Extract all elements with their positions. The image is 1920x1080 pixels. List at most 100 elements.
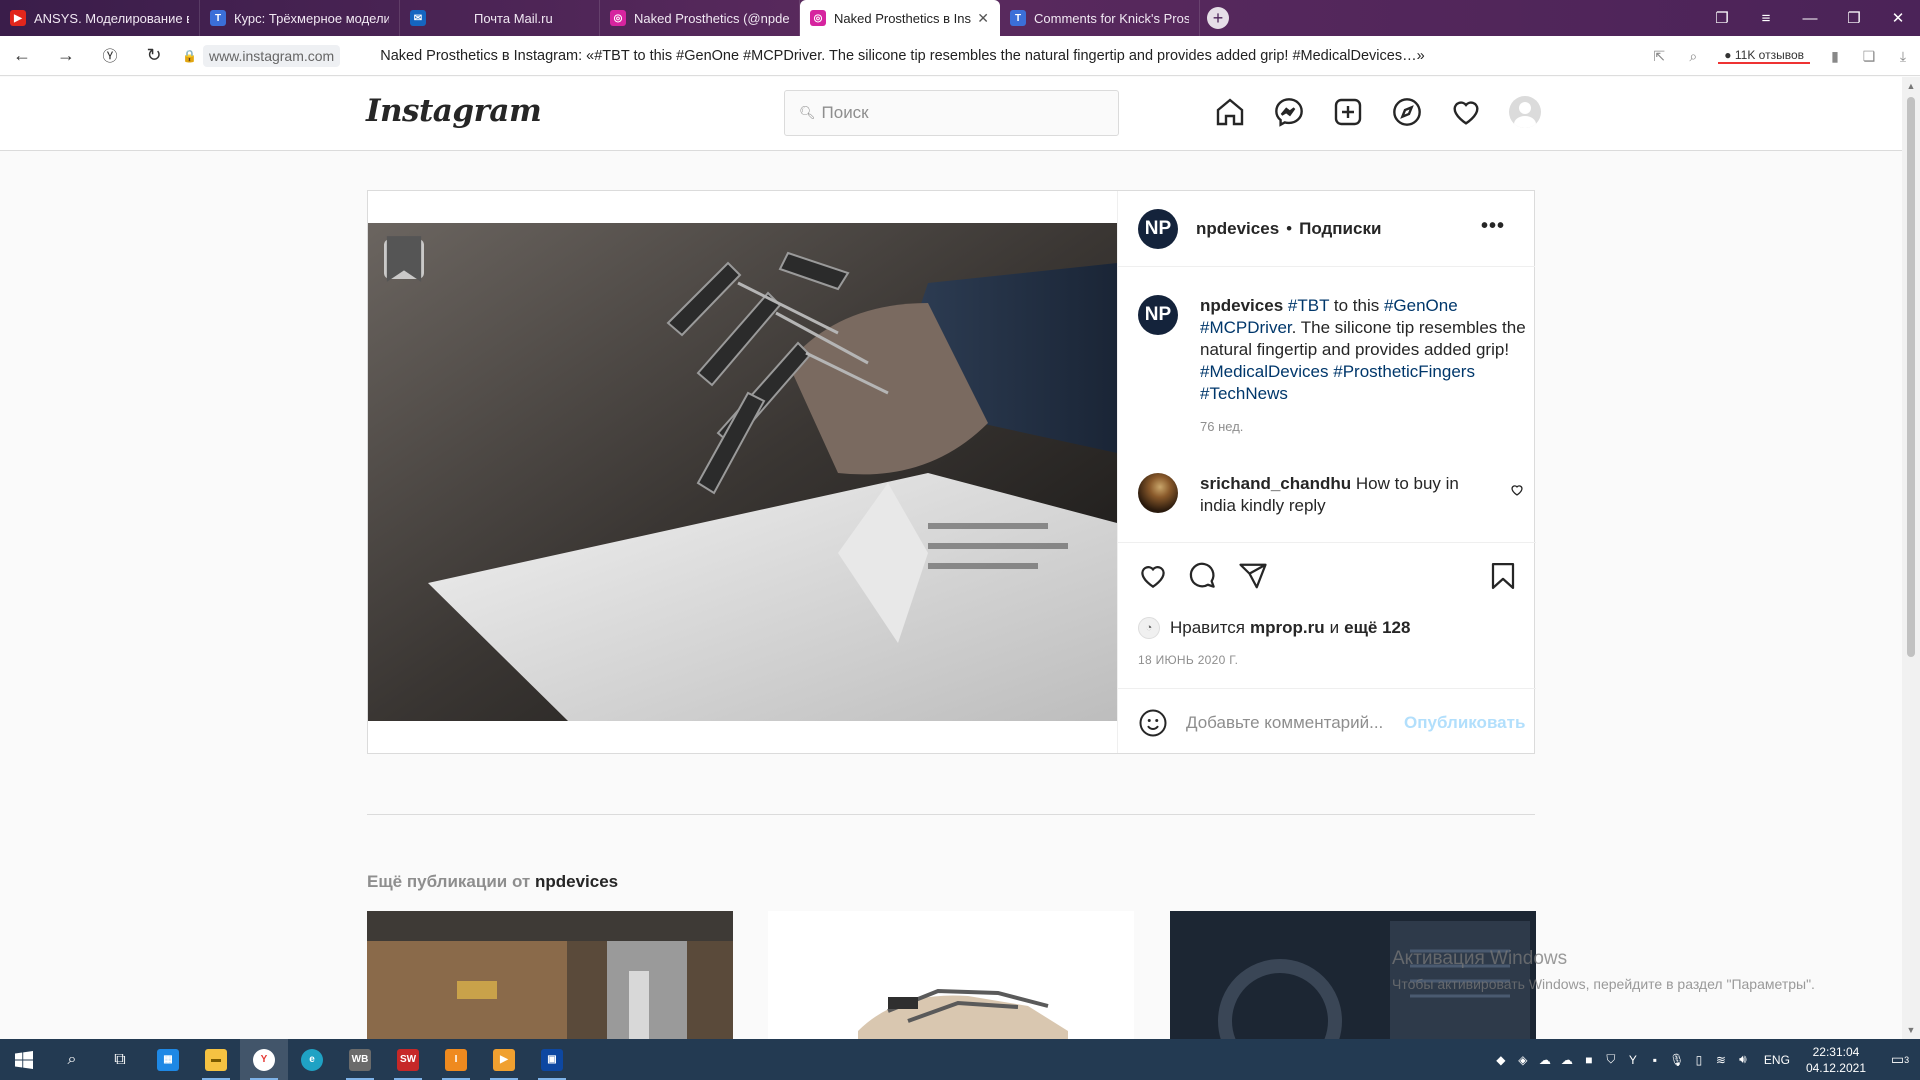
share-icon[interactable]: ⇱	[1642, 36, 1676, 76]
tray-app-icon[interactable]: ◈	[1512, 1039, 1534, 1080]
yandex-browser-icon[interactable]: Y	[240, 1039, 288, 1080]
likes-count[interactable]: ещё 128	[1344, 618, 1410, 638]
comment-input[interactable]	[1186, 713, 1396, 733]
shield-icon[interactable]: ⛉	[1600, 1039, 1622, 1080]
tray-red-icon[interactable]: ■	[1578, 1039, 1600, 1080]
comment-username[interactable]: srichand_chandhu	[1200, 474, 1351, 493]
share-post-icon[interactable]	[1238, 561, 1268, 591]
caption-username[interactable]: npdevices	[1200, 296, 1283, 315]
more-post-thumbnail[interactable]	[367, 911, 733, 1041]
media-player-icon[interactable]: ▶	[480, 1039, 528, 1080]
home-icon[interactable]	[1213, 95, 1247, 129]
post-photo[interactable]	[368, 223, 1117, 721]
clock[interactable]: 22:31:04 04.12.2021	[1806, 1044, 1866, 1076]
hashtag-link[interactable]: #TBT	[1288, 296, 1329, 315]
scrollbar-thumb[interactable]	[1907, 97, 1915, 657]
publish-button[interactable]: Опубликовать	[1404, 713, 1525, 733]
url-field[interactable]: 🔒 www.instagram.com Naked Prosthetics в …	[182, 36, 1520, 76]
activity-heart-icon[interactable]	[1449, 95, 1483, 129]
search-input[interactable]	[821, 103, 1102, 123]
search-box[interactable]: 🔍︎	[784, 90, 1119, 136]
cloud-icon[interactable]: ☁	[1556, 1039, 1578, 1080]
bookmark-post-icon[interactable]	[1488, 561, 1518, 591]
workbench-icon[interactable]: WB	[336, 1039, 384, 1080]
terminal-icon[interactable]: ▣	[528, 1039, 576, 1080]
tab-instagram-post[interactable]: ◎ Naked Prosthetics в Inst ✕	[800, 0, 1000, 36]
messenger-icon[interactable]	[1272, 95, 1306, 129]
post-date[interactable]: 18 ИЮНЬ 2020 Г.	[1138, 653, 1238, 667]
nvidia-icon[interactable]: ◆	[1490, 1039, 1512, 1080]
more-options-icon[interactable]: •••	[1481, 215, 1505, 238]
saved-collection-icon[interactable]	[384, 236, 424, 282]
post-age[interactable]: 76 нед.	[1200, 419, 1528, 434]
volume-icon[interactable]: 🔊︎	[1732, 1039, 1754, 1080]
edge-icon[interactable]: e	[288, 1039, 336, 1080]
comment-like-icon[interactable]	[1510, 483, 1524, 497]
start-button[interactable]	[0, 1039, 48, 1080]
like-icon[interactable]	[1138, 561, 1168, 591]
tab-instagram-profile[interactable]: ◎ Naked Prosthetics (@npde	[600, 0, 800, 36]
language-indicator[interactable]: ENG	[1764, 1053, 1790, 1067]
yandex-tray-icon[interactable]: Y	[1622, 1039, 1644, 1080]
store-icon[interactable]: ▦	[144, 1039, 192, 1080]
system-tray: ◆ ◈ ☁ ☁ ■ ⛉ Y ▪ 🎙︎ ▯ ≋ 🔊︎ ENG 22:31:04 0…	[1490, 1039, 1920, 1080]
explore-icon[interactable]	[1390, 95, 1424, 129]
notifications-icon[interactable]: ▭ 3	[1880, 1039, 1920, 1080]
task-view-icon[interactable]: ⧉	[96, 1039, 144, 1080]
caption-avatar[interactable]: NP	[1138, 295, 1178, 335]
wifi-icon[interactable]: ≋	[1710, 1039, 1732, 1080]
tray-dark-icon[interactable]: ▪	[1644, 1039, 1666, 1080]
more-posts-user[interactable]: npdevices	[535, 872, 618, 891]
bookmark-icon[interactable]: ▮	[1818, 36, 1852, 76]
emoji-icon[interactable]	[1138, 708, 1168, 738]
solidworks-icon[interactable]: SW	[384, 1039, 432, 1080]
author-username[interactable]: npdevices	[1196, 219, 1279, 239]
hashtag-link[interactable]: #MedicalDevices	[1200, 362, 1329, 381]
close-window-icon[interactable]: ✕	[1876, 0, 1920, 36]
restore-icon[interactable]: ❐	[1832, 0, 1876, 36]
more-post-thumbnail[interactable]	[768, 911, 1134, 1041]
following-button[interactable]: Подписки	[1299, 219, 1381, 239]
tab-ansys[interactable]: ▶ ANSYS. Моделирование в	[0, 0, 200, 36]
minimize-icon[interactable]: —	[1788, 0, 1832, 36]
tab-course[interactable]: T Курс: Трёхмерное модели	[200, 0, 400, 36]
app-orange-icon[interactable]: I	[432, 1039, 480, 1080]
commenter-avatar[interactable]	[1138, 473, 1178, 513]
collections-icon[interactable]: ❏	[1852, 36, 1886, 76]
bookmarks-panel-icon[interactable]: ❐	[1700, 0, 1744, 36]
author-avatar[interactable]: NP	[1138, 208, 1178, 249]
download-icon[interactable]: ⤓	[1886, 36, 1920, 76]
onedrive-icon[interactable]: ☁	[1534, 1039, 1556, 1080]
hashtag-link[interactable]: #MCPDriver	[1200, 318, 1292, 337]
reload-button[interactable]: ↻	[132, 36, 176, 76]
new-post-icon[interactable]	[1331, 95, 1365, 129]
comment-icon[interactable]	[1188, 561, 1218, 591]
hashtag-link[interactable]: #GenOne	[1384, 296, 1458, 315]
browser-tab-strip: ▶ ANSYS. Моделирование в T Курс: Трёхмер…	[0, 0, 1920, 36]
reviews-badge[interactable]: ● 11K отзывов	[1718, 48, 1810, 64]
menu-icon[interactable]: ≡	[1744, 0, 1788, 36]
back-button[interactable]: ←	[0, 36, 44, 76]
tab-comments[interactable]: T Comments for Knick's Pros	[1000, 0, 1200, 36]
youtube-icon: ▶	[10, 10, 26, 26]
page-scrollbar[interactable]: ▲ ▼	[1902, 77, 1920, 1039]
hashtag-link[interactable]: #TechNews	[1200, 384, 1288, 403]
likes-user[interactable]: mprop.ru	[1250, 618, 1325, 638]
hashtag-link[interactable]: #ProstheticFingers	[1333, 362, 1475, 381]
instagram-logo[interactable]: Instagram	[366, 93, 542, 129]
scroll-down-icon[interactable]: ▼	[1902, 1025, 1920, 1035]
search-taskbar-icon[interactable]: ⌕	[48, 1039, 96, 1080]
microphone-icon[interactable]: 🎙︎	[1666, 1039, 1688, 1080]
file-explorer-icon[interactable]: ▬	[192, 1039, 240, 1080]
scroll-up-icon[interactable]: ▲	[1902, 81, 1920, 91]
close-tab-icon[interactable]: ✕	[977, 10, 989, 27]
liker-avatar[interactable]: ◔	[1138, 617, 1160, 639]
battery-icon[interactable]: ▯	[1688, 1039, 1710, 1080]
forward-button[interactable]: →	[44, 36, 88, 76]
tab-title: Naked Prosthetics в Inst	[834, 10, 972, 26]
new-tab-button[interactable]: +	[1200, 0, 1236, 36]
tab-mail[interactable]: ✉ Почта Mail.ru	[400, 0, 600, 36]
profile-avatar[interactable]	[1508, 95, 1542, 129]
zoom-icon[interactable]: ⌕	[1676, 36, 1710, 76]
yandex-icon[interactable]: Ⓨ	[88, 36, 132, 76]
